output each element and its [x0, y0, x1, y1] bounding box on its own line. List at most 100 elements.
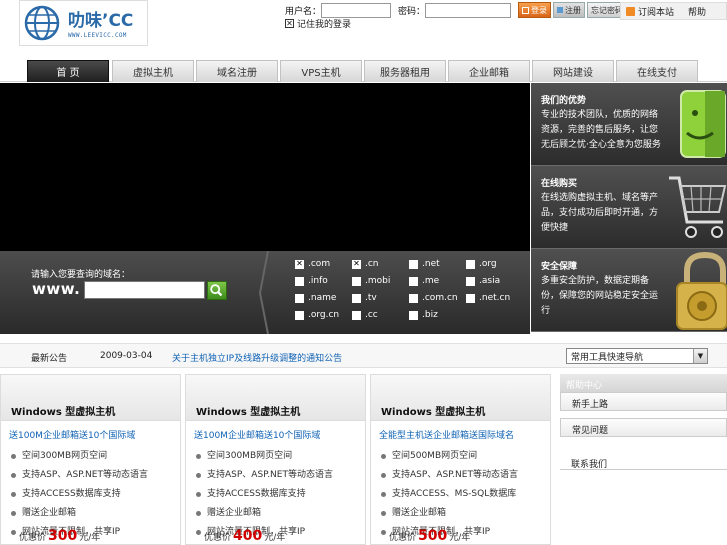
logo-url-text: WWW.LEEVICC.COM	[68, 32, 127, 39]
remember-me[interactable]: ✕ 记住我的登录	[285, 17, 351, 30]
remember-checkbox[interactable]: ✕	[285, 19, 294, 28]
tld-checkbox[interactable]	[295, 276, 304, 286]
tld-label: .cn	[365, 259, 379, 269]
tld-option[interactable]: .net	[409, 259, 440, 269]
rss-icon	[626, 6, 635, 16]
domain-search: 请输入您要查询的域名： www. ✕ .com ✕ .cn .net .org .i…	[0, 251, 530, 334]
news-headline-link[interactable]: 关于主机独立IP及线路升级调整的通知公告	[172, 351, 342, 364]
card-feature: 赠送企业邮箱	[11, 504, 148, 523]
tld-checkbox[interactable]	[295, 293, 304, 303]
tld-checkbox[interactable]	[409, 310, 418, 320]
side-menu-item[interactable]: 常见问题	[560, 418, 727, 437]
tld-option[interactable]: .org	[466, 259, 497, 269]
tab-vps[interactable]: VPS主机	[280, 60, 362, 82]
tld-checkbox[interactable]	[295, 310, 304, 320]
tld-checkbox[interactable]	[466, 293, 475, 303]
tld-checkbox[interactable]	[352, 276, 361, 286]
tld-checkbox[interactable]	[352, 293, 361, 303]
card-header: Windows 型虚拟主机	[186, 375, 365, 421]
tld-checkbox[interactable]	[466, 276, 475, 286]
tld-option[interactable]: .me	[409, 276, 439, 286]
register-button[interactable]: 注册	[553, 2, 586, 18]
card-header: Windows 型虚拟主机	[1, 375, 180, 421]
feature-panel[interactable]: 我们的优势 专业的技术团队，优质的网络资源，完善的售后服务，让您无后顾之忧·全心…	[531, 83, 727, 166]
tld-option[interactable]: .asia	[466, 276, 500, 286]
domain-prefix: www.	[32, 280, 81, 298]
feature-desc: 在线选购虚拟主机、域名等产品，支付成功后即时开通，方便快捷	[541, 193, 659, 233]
tld-checkbox[interactable]: ✕	[295, 259, 304, 269]
card-feature: 赠送企业邮箱	[196, 504, 333, 523]
quick-nav-value: 常用工具快速导航	[571, 352, 644, 363]
tld-checkbox[interactable]: ✕	[352, 259, 361, 269]
tld-label: .info	[308, 276, 328, 286]
tld-option[interactable]: .net.cn	[466, 293, 510, 303]
tld-label: .me	[422, 276, 440, 286]
card-promo-link[interactable]: 送100M企业邮箱送10个国际域	[9, 428, 135, 441]
tld-label: .biz	[422, 310, 438, 320]
main-nav: 首 页 虚拟主机 域名注册 VPS主机 服务器租用 企业邮箱 网站建设 在线支付	[0, 60, 727, 82]
tld-label: .tv	[365, 293, 377, 303]
domain-search-button[interactable]	[207, 281, 227, 300]
tld-checkbox[interactable]	[466, 259, 475, 269]
tld-checkbox[interactable]	[409, 293, 418, 303]
card-price: 优惠价 300 元/年	[19, 528, 100, 544]
side-menu: 帮助中心 新手上路 常见问题 联系我们	[560, 374, 727, 545]
tab-email[interactable]: 企业邮箱	[448, 60, 530, 82]
card-feature: 支持ACCESS数据库支持	[196, 485, 333, 504]
hero-banner[interactable]	[0, 83, 530, 251]
tab-payment[interactable]: 在线支付	[616, 60, 698, 82]
help-link[interactable]: 帮助	[688, 5, 706, 18]
news-date: 2009-03-04	[100, 351, 153, 361]
username-input[interactable]	[321, 2, 392, 18]
tld-option[interactable]: .biz	[409, 310, 438, 320]
quick-nav-select[interactable]: 常用工具快速导航 ▼	[566, 348, 708, 364]
price-suffix: 元/年	[79, 533, 101, 543]
password-input[interactable]	[425, 2, 512, 18]
feature-panel[interactable]: 安全保障 多重安全防护，数据定期备份，保障您的网站稳定安全运行	[531, 249, 727, 332]
site-logo[interactable]: 叻味’CC WWW.LEEVICC.COM	[19, 0, 148, 46]
tld-label: .mobi	[365, 276, 391, 286]
domain-input[interactable]	[84, 281, 205, 299]
card-promo-link[interactable]: 全能型主机送企业邮箱送国际域名	[379, 428, 514, 441]
remember-label: 记住我的登录	[297, 20, 352, 30]
tld-option[interactable]: .org.cn	[295, 310, 339, 320]
feature-panel[interactable]: 在线购买 在线选购虚拟主机、域名等产品，支付成功后即时开通，方便快捷	[531, 166, 727, 249]
tab-domain[interactable]: 域名注册	[196, 60, 278, 82]
card-promo-link[interactable]: 送100M企业邮箱送10个国际域	[194, 428, 320, 441]
tld-checkbox[interactable]	[409, 276, 418, 286]
price-prefix: 优惠价	[389, 533, 417, 543]
tld-label: .net.cn	[479, 293, 511, 303]
tab-server[interactable]: 服务器租用	[364, 60, 446, 82]
tld-option[interactable]: .com.cn	[409, 293, 458, 303]
tab-website[interactable]: 网站建设	[532, 60, 614, 82]
side-menu-item[interactable]: 联系我们	[560, 444, 727, 470]
card-title: Windows 型虚拟主机	[381, 407, 486, 418]
tld-checkbox[interactable]	[409, 259, 418, 269]
tld-checkbox[interactable]	[352, 310, 361, 320]
tld-option[interactable]: .name	[295, 293, 336, 303]
chevron-down-icon[interactable]: ▼	[693, 349, 707, 363]
password-label: 密码：	[398, 6, 426, 17]
tab-virtual-host[interactable]: 虚拟主机	[112, 60, 194, 82]
side-menu-item[interactable]: 新手上路	[560, 392, 727, 411]
register-button-label: 注册	[565, 5, 582, 15]
tld-option[interactable]: .cc	[352, 310, 378, 320]
tld-option[interactable]: ✕ .cn	[352, 259, 379, 269]
domain-search-caption: 请输入您要查询的域名：	[31, 270, 131, 280]
tld-label: .org	[479, 259, 497, 269]
logo-brand-text: 叻味’CC	[68, 11, 134, 31]
tld-option[interactable]: .info	[295, 276, 328, 286]
product-card: Windows 型虚拟主机 送100M企业邮箱送10个国际域 空间300MB网页…	[0, 374, 181, 545]
card-price: 优惠价 400 元/年	[204, 528, 285, 544]
card-feature: 支持ASP、ASP.NET等动态语言	[196, 466, 333, 485]
tld-option[interactable]: .mobi	[352, 276, 390, 286]
rss-link[interactable]: 订阅本站	[638, 5, 674, 18]
tld-option[interactable]: .tv	[352, 293, 377, 303]
tld-option[interactable]: ✕ .com	[295, 259, 330, 269]
product-card: Windows 型虚拟主机 全能型主机送企业邮箱送国际域名 空间500MB网页空…	[370, 374, 551, 545]
login-button[interactable]: 登录	[518, 2, 552, 18]
feature-desc: 专业的技术团队，优质的网络资源，完善的售后服务，让您无后顾之忧·全心全意为您服务	[541, 110, 661, 150]
login-bar: 用户名： 密码： 登录 注册 忘记密码	[285, 2, 628, 18]
search-icon	[210, 284, 223, 297]
tab-home[interactable]: 首 页	[27, 60, 109, 82]
